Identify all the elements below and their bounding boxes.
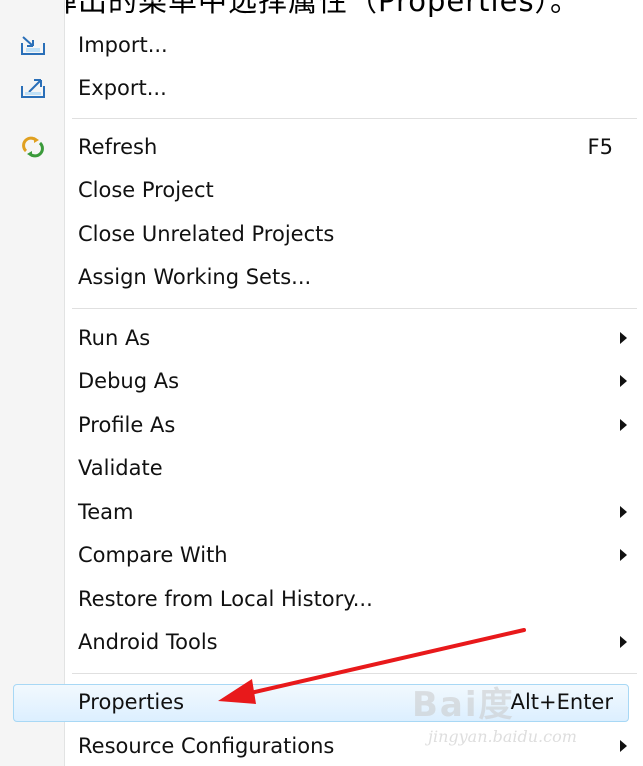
baidu-watermark: Bai度 [412, 685, 515, 725]
menu-item-android-tools[interactable]: Android Tools [0, 622, 643, 662]
menu-item-label: Validate [78, 456, 163, 480]
menu-item-label: Refresh [78, 135, 158, 159]
submenu-arrow-icon [620, 419, 627, 431]
menu-item-label: Android Tools [78, 630, 218, 654]
submenu-arrow-icon [620, 506, 627, 518]
menu-item-restore-from-local-history[interactable]: Restore from Local History... [0, 579, 643, 619]
menu-item-close-unrelated-projects[interactable]: Close Unrelated Projects [0, 214, 643, 254]
submenu-arrow-icon [620, 636, 627, 648]
menu-item-export[interactable]: Export... [0, 68, 643, 108]
menu-item-refresh[interactable]: Refresh F5 [0, 127, 643, 167]
baidu-watermark-url: jingyan.baidu.com [428, 727, 577, 746]
refresh-icon [22, 136, 44, 158]
menu-item-assign-working-sets[interactable]: Assign Working Sets... [0, 257, 643, 297]
shortcut-text: Alt+Enter [510, 690, 613, 714]
menu-item-label: Compare With [78, 543, 228, 567]
menu-item-properties[interactable]: Properties Alt+Enter [0, 682, 643, 722]
menu-item-label: Close Project [78, 178, 214, 202]
menu-item-label: Assign Working Sets... [78, 265, 312, 289]
import-icon [21, 36, 45, 55]
menu-item-label: Run As [78, 326, 151, 350]
submenu-arrow-icon [620, 375, 627, 387]
menu-item-label: Team [78, 500, 134, 524]
menu-item-import[interactable]: Import... [0, 25, 643, 65]
menu-item-label: Export... [78, 76, 167, 100]
menu-item-label: Resource Configurations [78, 734, 335, 758]
submenu-arrow-icon [620, 740, 627, 752]
menu-item-label: Restore from Local History... [78, 587, 373, 611]
export-icon [21, 79, 45, 98]
menu-item-label: Import... [78, 33, 168, 57]
menu-separator [72, 308, 637, 310]
menu-separator [72, 673, 637, 675]
menu-item-team[interactable]: Team [0, 492, 643, 532]
menu-item-label: Properties [78, 690, 185, 714]
menu-separator [72, 118, 637, 120]
menu-item-label: Close Unrelated Projects [78, 222, 335, 246]
menu-item-label: Debug As [78, 369, 180, 393]
menu-item-close-project[interactable]: Close Project [0, 170, 643, 210]
menu-item-validate[interactable]: Validate [0, 448, 643, 488]
menu-item-compare-with[interactable]: Compare With [0, 535, 643, 575]
menu-item-label: Profile As [78, 413, 176, 437]
submenu-arrow-icon [620, 549, 627, 561]
shortcut-text: F5 [587, 135, 613, 159]
menu-item-profile-as[interactable]: Profile As [0, 405, 643, 445]
submenu-arrow-icon [620, 332, 627, 344]
context-menu: Import... Export... Refresh F5 Close Pro… [0, 0, 643, 766]
menu-item-debug-as[interactable]: Debug As [0, 361, 643, 401]
menu-item-run-as[interactable]: Run As [0, 318, 643, 358]
